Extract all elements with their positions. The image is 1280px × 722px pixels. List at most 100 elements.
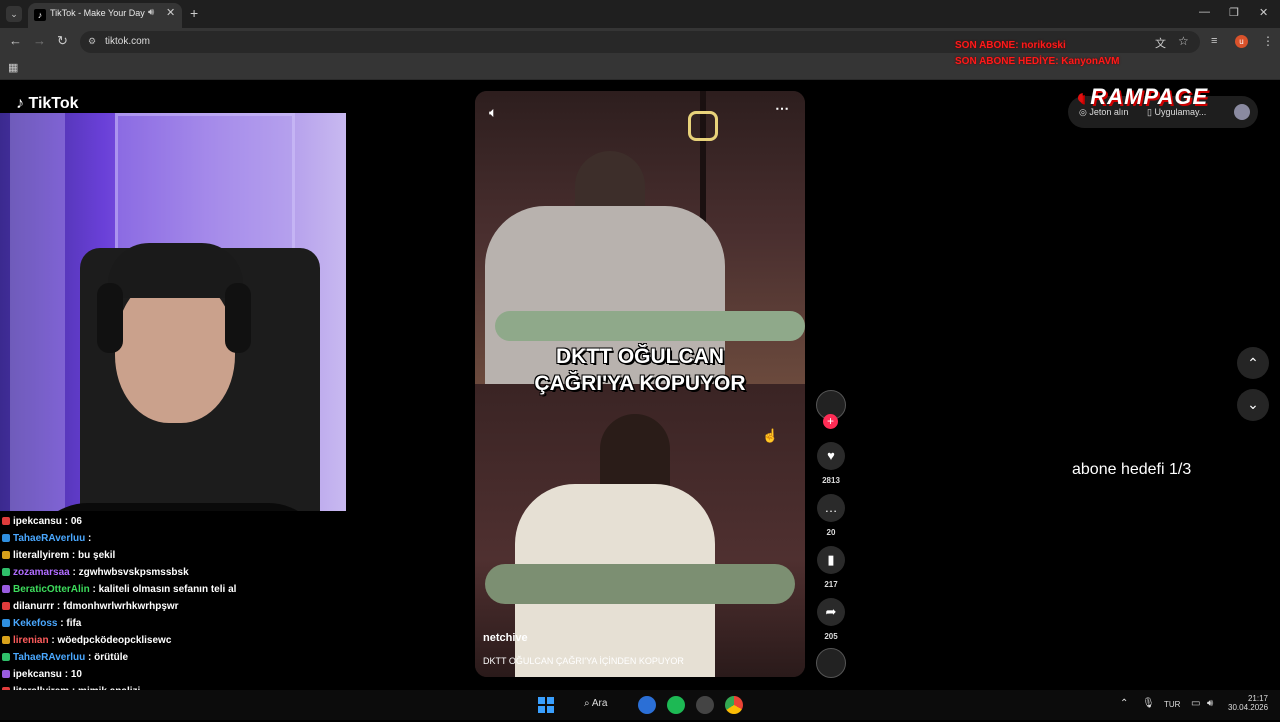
- tray-chevron-icon[interactable]: ⌃: [1120, 698, 1128, 709]
- browser-tab[interactable]: ♪ TikTok - Make Your Day 🔊︎ ✕: [28, 3, 182, 28]
- chat-text: wöedpcködeopcklisewc: [57, 635, 172, 646]
- chat-username[interactable]: lirenian: [13, 635, 49, 646]
- clock-time: 21:17: [1247, 694, 1268, 703]
- chat-badge-icon: [2, 670, 10, 678]
- tiktok-icon: ♪: [34, 9, 46, 21]
- rampage-logo-text: RAMPAGE: [1090, 84, 1209, 109]
- follow-plus-icon[interactable]: +: [823, 414, 838, 429]
- chat-badge-icon: [2, 653, 10, 661]
- chat-username[interactable]: TahaeRAverluu: [13, 652, 85, 663]
- chat-message: literallyirem : bu şekil: [2, 550, 115, 561]
- windows-taskbar: ⌕ Ara ⌃ 🎙︎ TUR ▭ 🔊︎ 21:17 30.04.2026: [0, 690, 1280, 720]
- video-caption-line1: DKTT OĞULCAN: [556, 345, 724, 368]
- streamer-hair: [108, 243, 243, 298]
- media-control-icon[interactable]: ≡: [1211, 35, 1217, 47]
- chat-text: 10: [70, 669, 82, 680]
- app-icon[interactable]: [638, 696, 656, 714]
- windows-start-icon[interactable]: [538, 697, 554, 713]
- tab-title: TikTok - Make Your Day: [50, 8, 145, 18]
- chat-username[interactable]: zozamarsaa: [13, 567, 70, 578]
- network-icon[interactable]: ▭: [1191, 698, 1200, 709]
- chat-username[interactable]: ipekcansu: [13, 669, 62, 680]
- next-video-icon[interactable]: ⌄: [1237, 389, 1269, 421]
- last-gift-sub-label: SON ABONE HEDİYE: KanyonAVM: [955, 56, 1120, 67]
- minimize-icon[interactable]: —: [1199, 6, 1210, 18]
- guitar-bottom: [485, 564, 795, 604]
- sub-goal-label: abone hedefi 1/3: [1072, 461, 1192, 478]
- taskbar-search-label: Ara: [591, 698, 608, 709]
- chat-username[interactable]: Kekefoss: [13, 618, 57, 629]
- video-player[interactable]: 🔈︎ ⋯ DKTT OĞULCAN ÇAĞRI'YA KOPUYOR netch…: [475, 91, 805, 677]
- restore-icon[interactable]: ❐: [1229, 6, 1239, 19]
- chat-username[interactable]: ipekcansu: [13, 516, 62, 527]
- chat-badge-icon: [2, 517, 10, 525]
- guitar-top: [495, 311, 805, 341]
- audio-playing-icon[interactable]: 🔊︎: [148, 7, 154, 18]
- user-avatar[interactable]: [1234, 104, 1250, 120]
- music-disc-icon[interactable]: [816, 648, 846, 678]
- video-caption: DKTT OĞULCAN ÇAĞRI'YA KOPUYOR: [475, 343, 805, 397]
- chat-badge-icon: [2, 619, 10, 627]
- clock[interactable]: 21:17 30.04.2026: [1228, 694, 1268, 712]
- tiktok-logo-text: TikTok: [28, 95, 79, 112]
- like-heart-icon[interactable]: ♥: [817, 442, 845, 470]
- translate-icon[interactable]: 文: [1155, 35, 1166, 51]
- chat-username[interactable]: literallyirem: [13, 550, 69, 561]
- menu-kebab-icon[interactable]: ⋮: [1262, 34, 1274, 48]
- tab-search-button[interactable]: ⌄: [6, 6, 22, 22]
- rampage-logo: ◐RAMPAGE: [1076, 84, 1208, 110]
- chat-badge-icon: [2, 636, 10, 644]
- video-caption-line2: ÇAĞRI'YA KOPUYOR: [534, 372, 746, 395]
- apps-grid-icon[interactable]: ▦: [8, 61, 18, 74]
- last-sub-label: SON ABONE: norikoski: [955, 40, 1066, 51]
- obs-icon[interactable]: [696, 696, 714, 714]
- chat-badge-icon: [2, 602, 10, 610]
- language-indicator[interactable]: TUR: [1164, 700, 1180, 709]
- chat-badge-icon: [2, 551, 10, 559]
- chat-message: ipekcansu : 06: [2, 516, 82, 527]
- taskbar-search[interactable]: ⌕ Ara: [584, 698, 607, 709]
- previous-video-icon[interactable]: ⌃: [1237, 347, 1269, 379]
- back-icon[interactable]: ←: [9, 34, 22, 48]
- volume-tray-icon[interactable]: 🔊︎: [1207, 698, 1213, 709]
- spotify-icon[interactable]: [667, 696, 685, 714]
- comment-count: 20: [826, 528, 836, 537]
- chat-badge-icon: [2, 585, 10, 593]
- tiktok-logo[interactable]: ♪ TikTok: [16, 95, 79, 113]
- forward-icon[interactable]: →: [33, 34, 46, 48]
- new-tab-button[interactable]: +: [190, 6, 198, 20]
- headphone-left: [97, 283, 123, 353]
- bookmark-star-icon[interactable]: ☆: [1178, 34, 1189, 48]
- chat-message: zozamarsaa : zgwhwbsvskpsmssbsk: [2, 567, 189, 578]
- chat-text: fdmonhwrlwrhkwrhpşwr: [63, 601, 179, 612]
- share-icon[interactable]: ➦: [817, 598, 845, 626]
- tiktok-icon: ♪: [16, 95, 24, 112]
- volume-icon[interactable]: 🔈︎: [489, 104, 497, 121]
- video-author[interactable]: netchive: [483, 632, 528, 644]
- bookmark-icon[interactable]: ▮: [817, 546, 845, 574]
- close-tab-icon[interactable]: ✕: [166, 6, 175, 19]
- url-text: tiktok.com: [105, 36, 151, 47]
- chat-text: zgwhwbsvskpsmssbsk: [78, 567, 189, 578]
- chat-username[interactable]: TahaeRAverluu: [13, 533, 85, 544]
- chat-username[interactable]: BeraticOtterAlin: [13, 584, 90, 595]
- chrome-icon[interactable]: [725, 696, 743, 714]
- site-info-icon[interactable]: ⚙: [88, 36, 96, 47]
- chat-badge-icon: [2, 534, 10, 542]
- video-description: DKTT OĞULCAN ÇAĞRI'YA İÇİNDEN KOPUYOR: [483, 656, 684, 666]
- chat-username[interactable]: dilanurrr: [13, 601, 54, 612]
- rampage-emblem-icon: ◐: [1076, 84, 1091, 109]
- mouse-cursor-icon: ☝: [762, 428, 779, 443]
- reload-icon[interactable]: ↻: [57, 34, 68, 48]
- clock-date: 30.04.2026: [1228, 703, 1269, 712]
- microphone-icon[interactable]: 🎙︎: [1142, 698, 1155, 709]
- more-options-icon[interactable]: ⋯: [775, 100, 789, 117]
- video-frame-top: [475, 91, 805, 384]
- close-window-icon[interactable]: ✕: [1259, 6, 1268, 19]
- profile-avatar[interactable]: u: [1235, 35, 1248, 48]
- comment-icon[interactable]: …: [817, 494, 845, 522]
- streamer-shirt: [28, 503, 328, 511]
- chat-message: BeraticOtterAlin : kaliteli olmasın sefa…: [2, 584, 236, 595]
- chat-message: lirenian : wöedpcködeopcklisewc: [2, 635, 171, 646]
- chat-text: fifa: [66, 618, 82, 629]
